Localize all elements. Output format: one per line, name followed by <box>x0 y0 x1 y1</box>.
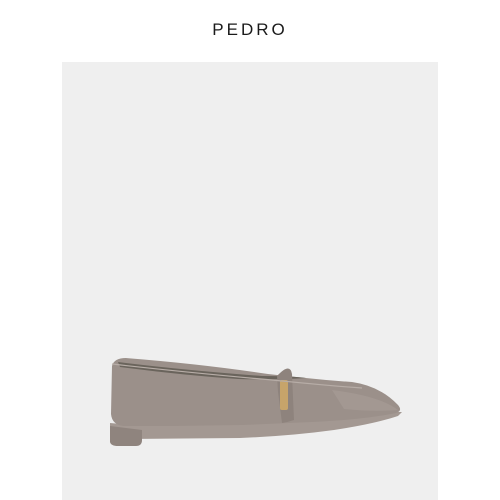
product-page: PEDRO <box>0 0 500 500</box>
strap-buckle <box>280 380 288 410</box>
pointed-toe-mary-jane-flat-shoe-icon <box>110 358 402 446</box>
brand-logo[interactable]: PEDRO <box>0 20 500 40</box>
product-image-panel[interactable] <box>62 62 438 500</box>
